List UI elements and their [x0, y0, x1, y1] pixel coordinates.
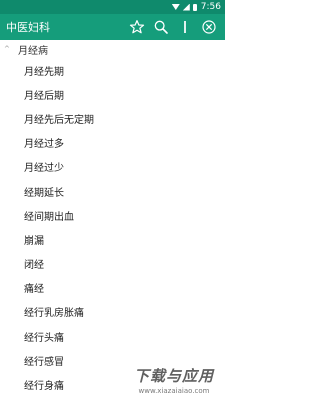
- app-bar: 中医妇科: [0, 14, 225, 40]
- close-circle-icon: [202, 20, 216, 34]
- list-item[interactable]: 月经过少: [0, 155, 225, 179]
- list-item-label: 经行身痛: [24, 381, 64, 393]
- app-title: 中医妇科: [6, 21, 50, 34]
- list-item[interactable]: 经间期出血: [0, 203, 225, 227]
- app-actions: [125, 15, 221, 39]
- site-watermark: 下载与应用 www.xiazaiaiao.com: [125, 362, 223, 398]
- list-item-label: 经期延长: [24, 187, 64, 199]
- favorite-button[interactable]: [125, 15, 149, 39]
- list-item[interactable]: 经行乳房胀痛: [0, 300, 225, 324]
- list-item[interactable]: 痛经: [0, 276, 225, 300]
- watermark-url: www.xiazaiaiao.com: [138, 387, 210, 395]
- list-item-label: 经间期出血: [24, 211, 74, 223]
- list-item[interactable]: 月经后期: [0, 82, 225, 106]
- status-icons: [171, 3, 197, 11]
- list-item[interactable]: 经行头痛: [0, 324, 225, 348]
- chevron-up-icon: ^: [4, 45, 10, 53]
- status-time: 7:56: [200, 2, 221, 12]
- list-item-label: 经行乳房胀痛: [24, 308, 84, 320]
- list-item-label: 痛经: [24, 284, 44, 296]
- list-item-label: 经行头痛: [24, 332, 64, 344]
- signal-icon: [182, 3, 190, 11]
- text-cursor-button[interactable]: [173, 15, 197, 39]
- list-item-label: 经行感冒: [24, 356, 64, 368]
- list-item-label: 月经过少: [24, 163, 64, 175]
- group-header[interactable]: ^ 月经病: [0, 40, 225, 58]
- status-bar: 7:56: [0, 0, 225, 14]
- list-item-label: 月经后期: [24, 90, 64, 102]
- search-icon: [154, 20, 168, 34]
- list-item-label: 崩漏: [24, 235, 44, 247]
- list-item-label: 月经过多: [24, 139, 64, 151]
- battery-icon: [192, 3, 197, 11]
- list-item[interactable]: 闭经: [0, 252, 225, 276]
- list-item-label: 月经先后无定期: [24, 114, 94, 126]
- wifi-icon: [171, 4, 180, 10]
- close-button[interactable]: [197, 15, 221, 39]
- list-item-label: 月经先期: [24, 66, 64, 78]
- list-item[interactable]: 月经先后无定期: [0, 106, 225, 130]
- chapter-list: ^ 月经病 月经先期 月经后期 月经先后无定期 月经过多 月经过少 经期延长 经…: [0, 40, 225, 400]
- list-item-label: 闭经: [24, 260, 44, 272]
- list-item[interactable]: 月经先期: [0, 58, 225, 82]
- list-item[interactable]: 崩漏: [0, 227, 225, 251]
- group-label: 月经病: [18, 45, 48, 57]
- search-button[interactable]: [149, 15, 173, 39]
- star-icon: [129, 20, 145, 34]
- list-item[interactable]: 经期延长: [0, 179, 225, 203]
- divider-icon: [184, 21, 186, 33]
- watermark-logo-text: 下载与应用: [133, 367, 214, 385]
- list-item[interactable]: 月经过多: [0, 131, 225, 155]
